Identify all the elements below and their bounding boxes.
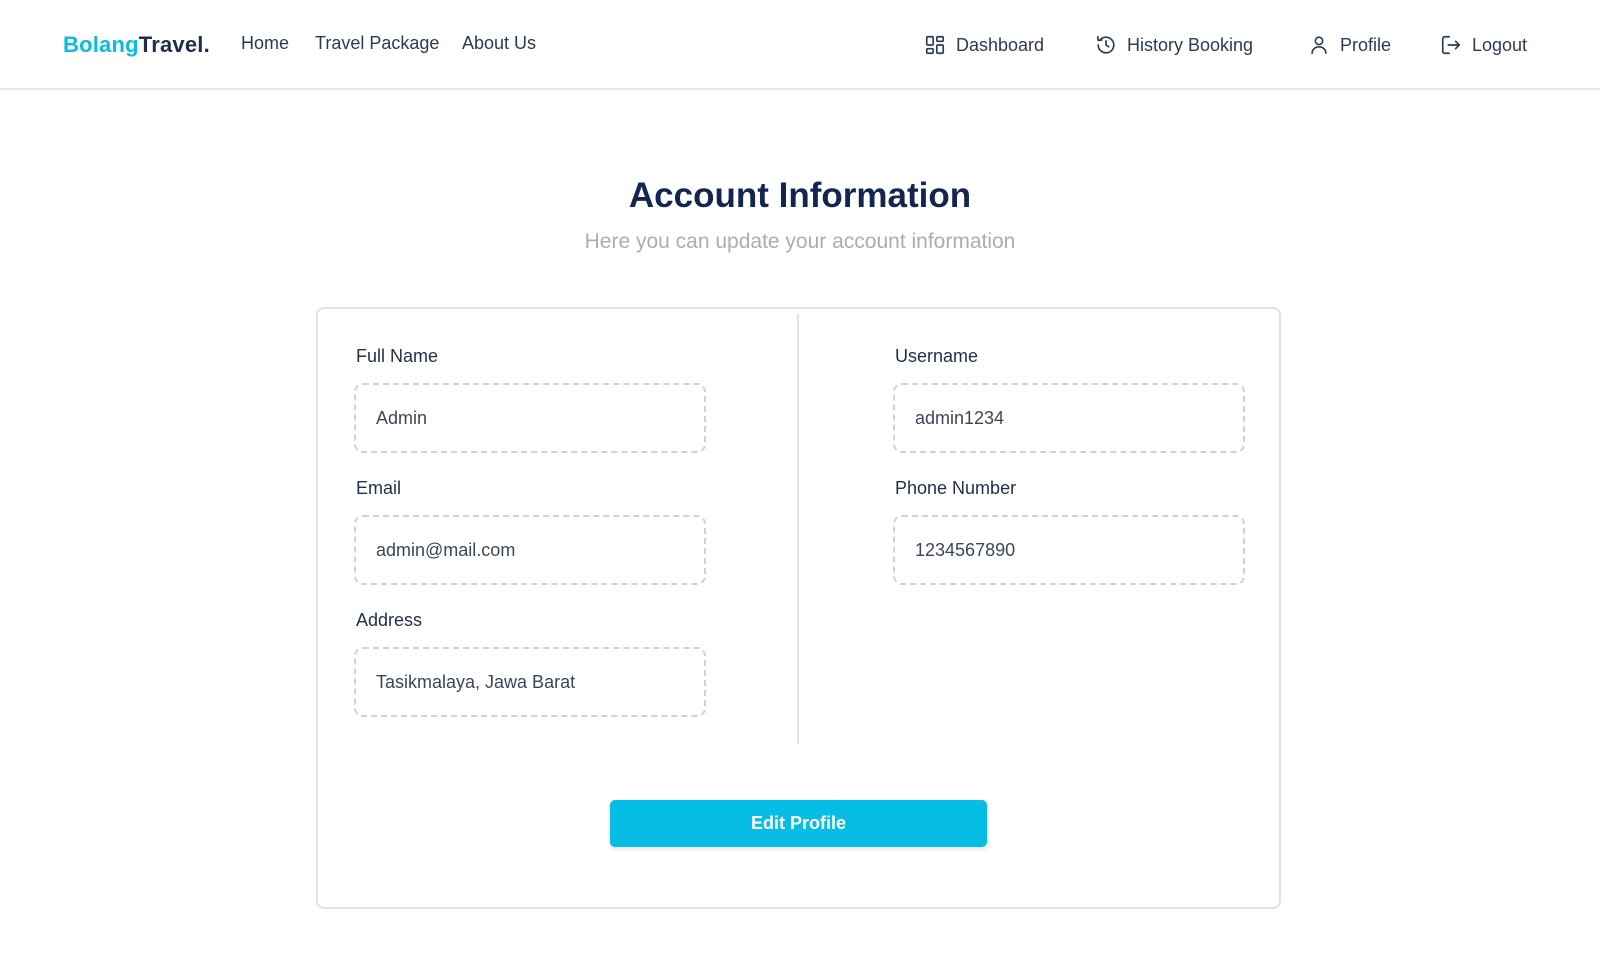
nav-travel-package-link[interactable]: Travel Package	[315, 33, 439, 54]
username-field[interactable]	[893, 383, 1245, 453]
navbar: BolangTravel. Home Travel Package About …	[0, 0, 1600, 90]
user-icon	[1311, 36, 1327, 55]
dashboard-grid-icon	[925, 35, 945, 55]
nav-dashboard-label: Dashboard	[956, 34, 1045, 55]
nav-logout[interactable]: Logout	[1440, 33, 1527, 57]
column-divider	[797, 314, 799, 744]
phone-number-label: Phone Number	[895, 478, 1017, 498]
phone-number-field[interactable]	[893, 515, 1245, 585]
nav-history-booking[interactable]: History Booking	[1095, 33, 1253, 57]
email-field[interactable]	[354, 515, 706, 585]
brand-logo[interactable]: BolangTravel.	[63, 32, 210, 58]
address-label: Address	[356, 610, 423, 630]
nav-profile[interactable]: Profile	[1308, 33, 1391, 57]
brand-part1: Bolang	[63, 32, 139, 57]
full-name-field[interactable]	[354, 383, 706, 453]
nav-about-us-link[interactable]: About Us	[462, 33, 536, 54]
username-label: Username	[895, 346, 979, 366]
page-subtitle: Here you can update your account informa…	[584, 230, 1016, 253]
page-title: Account Information	[628, 176, 972, 215]
history-clock-icon	[1096, 35, 1115, 54]
nav-logout-label: Logout	[1472, 34, 1528, 55]
nav-home-link[interactable]: Home	[241, 33, 289, 54]
logout-icon	[1441, 35, 1461, 55]
full-name-label: Full Name	[356, 346, 439, 366]
nav-history-booking-label: History Booking	[1127, 34, 1254, 55]
email-label: Email	[356, 478, 402, 498]
edit-profile-button[interactable]: Edit Profile	[610, 800, 987, 847]
nav-dashboard[interactable]: Dashboard	[924, 33, 1044, 57]
nav-profile-label: Profile	[1340, 34, 1392, 55]
brand-part2: Travel.	[138, 32, 210, 57]
address-field[interactable]	[354, 647, 706, 717]
